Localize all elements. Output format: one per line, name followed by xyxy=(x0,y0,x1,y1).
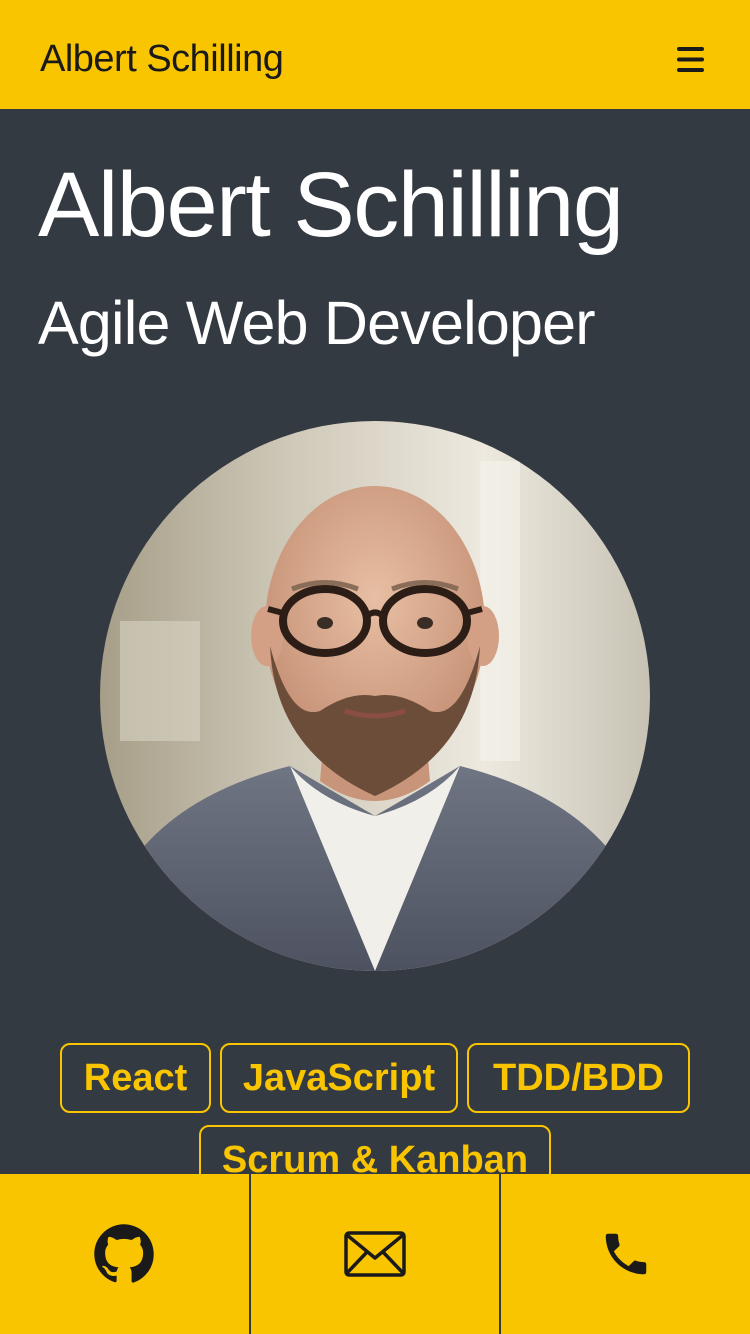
email-link[interactable] xyxy=(251,1174,502,1334)
hero-title: Agile Web Developer xyxy=(38,289,596,357)
skill-tag-react: React xyxy=(60,1043,211,1113)
top-bar: Albert Schilling xyxy=(0,0,750,109)
contact-bar xyxy=(0,1174,750,1334)
hero-name: Albert Schilling xyxy=(38,154,624,256)
avatar-photo xyxy=(100,421,650,971)
skill-tag-javascript: JavaScript xyxy=(220,1043,458,1113)
phone-icon xyxy=(605,1233,646,1275)
github-icon xyxy=(94,1224,155,1283)
avatar xyxy=(100,421,650,971)
hamburger-menu-icon xyxy=(677,47,704,72)
skill-tag-tdd-bdd: TDD/BDD xyxy=(467,1043,690,1113)
mail-icon xyxy=(344,1231,406,1277)
menu-button[interactable] xyxy=(668,38,712,82)
page: Albert Schilling Albert Schilling Agile … xyxy=(0,0,750,1334)
phone-link[interactable] xyxy=(501,1174,750,1334)
github-link[interactable] xyxy=(0,1174,251,1334)
brand-link[interactable]: Albert Schilling xyxy=(40,38,284,81)
